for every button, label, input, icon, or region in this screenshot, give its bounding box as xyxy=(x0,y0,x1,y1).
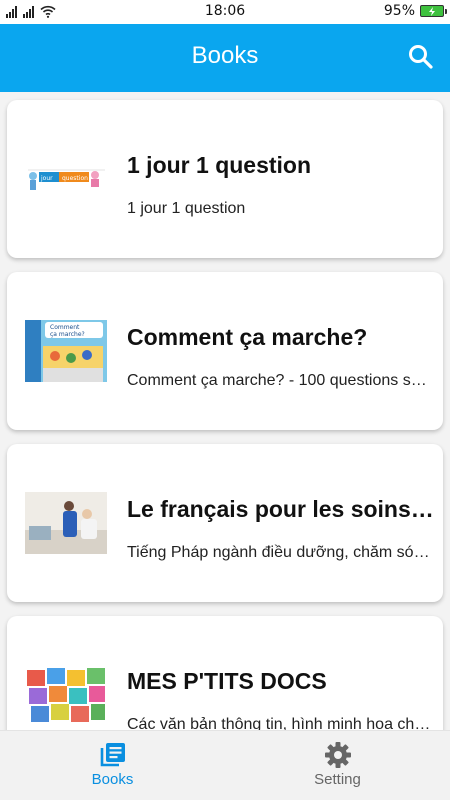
svg-text:Comment: Comment xyxy=(50,324,80,331)
app-bar: Books xyxy=(0,24,450,92)
book-card[interactable]: MES P'TITS DOCS Các văn bản thông tin, h… xyxy=(7,616,443,730)
nav-item-setting[interactable]: Setting xyxy=(225,731,450,800)
battery-icon xyxy=(420,5,447,17)
book-subtitle: Các văn bản thông tin, hình minh họa cho… xyxy=(127,716,435,730)
battery-indicator: 95% xyxy=(383,3,447,19)
search-icon xyxy=(409,45,433,69)
book-title: 1 jour 1 question xyxy=(127,152,312,178)
search-button[interactable] xyxy=(406,42,436,72)
svg-text:ça marche?: ça marche? xyxy=(50,331,85,338)
book-thumbnail xyxy=(25,492,107,554)
status-time: 18:06 xyxy=(204,3,246,19)
book-thumbnail: jour question xyxy=(25,148,107,210)
book-subtitle: Tiếng Pháp ngành điều dưỡng, chăm sóc bệ… xyxy=(127,544,435,561)
book-card[interactable]: Le français pour les soins infirmiers Ti… xyxy=(7,444,443,602)
nav-label-books: Books xyxy=(91,771,134,788)
book-thumbnail xyxy=(25,664,107,726)
gear-icon xyxy=(325,742,351,768)
book-card[interactable]: jour question 1 jour 1 question 1 jour 1… xyxy=(7,100,443,258)
book-title: Comment ça marche? xyxy=(127,324,368,350)
svg-text:question: question xyxy=(62,175,88,182)
nav-label-setting: Setting xyxy=(314,771,361,788)
status-bar: 18:06 95% xyxy=(0,0,450,24)
nav-item-books[interactable]: Books xyxy=(0,731,225,800)
library-books-icon xyxy=(100,743,125,767)
book-card[interactable]: Comment ça marche? Comment ça marche? Co… xyxy=(7,272,443,430)
page-title: Books xyxy=(191,42,259,69)
book-title: Le français pour les soins infirmiers xyxy=(127,496,437,522)
book-subtitle: Comment ça marche? - 100 questions sur l… xyxy=(127,372,435,389)
book-subtitle: 1 jour 1 question xyxy=(127,200,246,217)
book-title: MES P'TITS DOCS xyxy=(127,668,327,694)
svg-text:jour: jour xyxy=(40,175,53,182)
bottom-nav: Books Setting xyxy=(0,730,450,800)
book-thumbnail: Comment ça marche? xyxy=(25,320,107,382)
battery-percent: 95% xyxy=(383,3,415,19)
book-list[interactable]: jour question 1 jour 1 question 1 jour 1… xyxy=(0,92,450,730)
